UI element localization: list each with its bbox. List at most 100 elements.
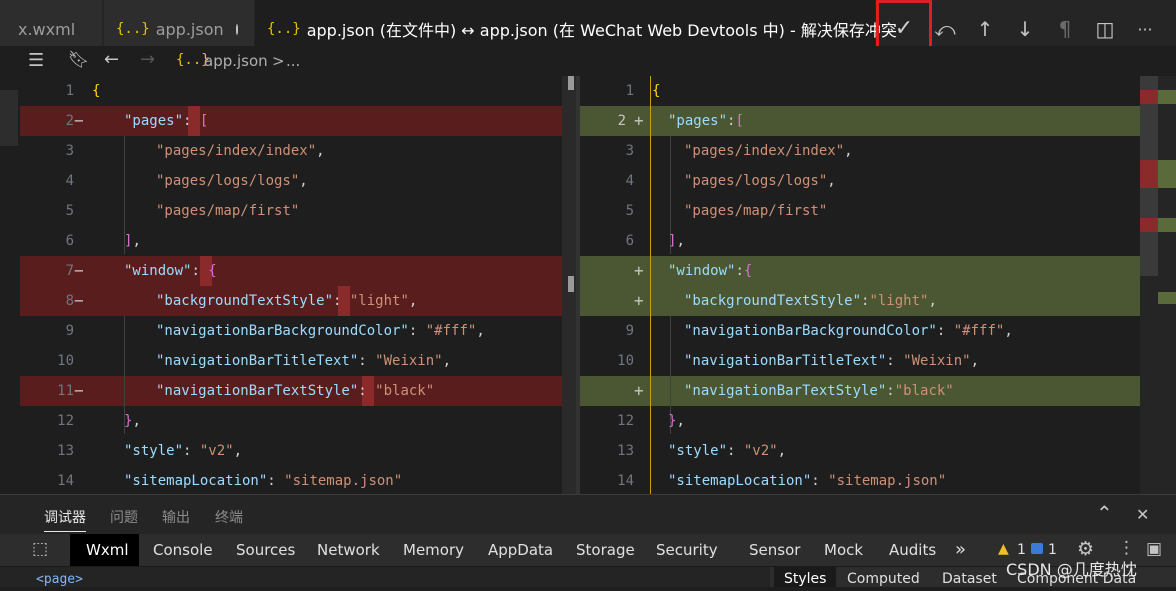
line-number: 7 [65, 263, 74, 279]
previous-change-button[interactable]: ↑ [970, 14, 1000, 44]
json-string: "light" [869, 293, 929, 309]
unsaved-dot-icon[interactable] [235, 23, 238, 35]
line-number: 3 [65, 143, 74, 159]
line-number: 6 [65, 233, 74, 249]
arrow-up-icon: ↑ [976, 17, 994, 41]
toggle-whitespace-button[interactable]: ¶ [1050, 14, 1080, 44]
more-tabs-icon[interactable]: » [955, 534, 966, 566]
line-number: 14 [57, 473, 74, 489]
revert-button[interactable]: ⤺ [930, 14, 960, 44]
json-string: "pages/index/index" [684, 143, 845, 159]
list-icon[interactable]: ☰ [28, 50, 44, 71]
line-number: 11 [57, 383, 74, 399]
kebab-menu-icon[interactable]: ⋮ [1118, 538, 1135, 558]
warning-icon: ▲ [998, 541, 1009, 557]
added-marker [1158, 218, 1176, 232]
split-editor-button[interactable]: ◫ [1090, 14, 1120, 44]
line-number: 1 [65, 83, 74, 99]
tab-audits[interactable]: Audits [889, 534, 936, 566]
original-editor[interactable]: 1 2 3 4 5 6 7 8 9 10 11 12 13 14 − − − −… [20, 76, 576, 494]
tab-memory[interactable]: Memory [403, 534, 464, 566]
activity-indicator [0, 90, 18, 146]
overview-ruler[interactable] [1140, 76, 1176, 494]
inspect-element-icon[interactable]: ⬚ [32, 539, 48, 559]
tab-problems[interactable]: 问题 [110, 507, 138, 527]
tab-wxml[interactable]: Wxml [86, 534, 129, 566]
breadcrumb-file[interactable]: app.json [204, 52, 268, 70]
added-line-highlight [580, 106, 1140, 136]
json-string: "light" [349, 293, 409, 309]
json-string: "pages/map/first" [156, 203, 300, 219]
json-key: "style" [124, 443, 184, 459]
json-string: "black" [894, 383, 954, 399]
tab-terminal[interactable]: 终端 [215, 507, 243, 527]
tab-mock[interactable]: Mock [824, 534, 863, 566]
json-string: "v2" [743, 443, 778, 459]
line-number: 13 [617, 443, 634, 459]
line-number: 4 [625, 173, 634, 189]
watermark: CSDN @几度热忱 [1006, 560, 1137, 579]
json-string: "Weixin" [903, 353, 971, 369]
elements-pane: <page> Styles Computed Dataset Component… [0, 567, 1176, 587]
line-number: 5 [65, 203, 74, 219]
json-string: "black" [375, 383, 435, 399]
ellipsis-icon: ··· [1137, 19, 1153, 39]
removed-marker [1140, 160, 1158, 188]
tab-sources[interactable]: Sources [236, 534, 295, 566]
next-change-button[interactable]: ↓ [1010, 14, 1040, 44]
minus-icon: − [74, 291, 84, 310]
line-number: 13 [57, 443, 74, 459]
scrollbar-marker [568, 276, 574, 292]
line-number: 6 [625, 233, 634, 249]
json-file-icon: {..} [267, 21, 301, 37]
tab-styles[interactable]: Styles [784, 571, 826, 591]
json-string: "pages/logs/logs" [156, 173, 300, 189]
tab-storage[interactable]: Storage [576, 534, 635, 566]
panel-tab-bar: 调试器 问题 输出 终端 ⌃ ✕ [0, 494, 1176, 534]
line-number: 8 [65, 293, 74, 309]
tab-label: x.wxml [18, 19, 76, 39]
minus-icon: − [74, 111, 84, 130]
modified-editor[interactable]: 1 2 3 4 5 6 9 10 12 13 14 + + + + { "pag… [580, 76, 1140, 494]
added-marker [1158, 292, 1176, 304]
dock-icon[interactable]: ▣ [1146, 539, 1162, 559]
more-actions-button[interactable]: ··· [1130, 14, 1160, 44]
line-number: 14 [617, 473, 634, 489]
back-icon[interactable]: ← [104, 49, 119, 70]
tab-network[interactable]: Network [317, 534, 380, 566]
tab-dataset[interactable]: Dataset [942, 571, 997, 591]
page-tag[interactable]: <page> [36, 572, 83, 587]
tab-debugger[interactable]: 调试器 [44, 507, 86, 532]
removed-marker [1140, 90, 1158, 104]
json-key: "navigationBarTextStyle" [156, 383, 359, 399]
json-key: "backgroundTextStyle" [156, 293, 334, 309]
message-icon [1031, 543, 1043, 554]
forward-icon[interactable]: → [140, 49, 155, 70]
tab-computed[interactable]: Computed [847, 571, 920, 591]
json-key: "window" [668, 263, 736, 279]
plus-icon: + [634, 291, 644, 310]
tab-appdata[interactable]: AppData [488, 534, 553, 566]
tab-label: app.json [155, 19, 224, 39]
close-icon[interactable]: ✕ [1136, 505, 1149, 524]
json-key: "navigationBarTitleText" [156, 353, 359, 369]
line-number: 10 [57, 353, 74, 369]
bookmark-icon[interactable]: 🔖︎ [68, 50, 90, 70]
json-string: "v2" [199, 443, 234, 459]
json-key: "navigationBarBackgroundColor" [684, 323, 937, 339]
json-key: "navigationBarTextStyle" [684, 383, 887, 399]
json-string: "Weixin" [375, 353, 443, 369]
chevron-up-icon[interactable]: ⌃ [1096, 501, 1113, 525]
removed-line-highlight [20, 106, 576, 136]
json-key: "sitemapLocation" [124, 473, 268, 489]
json-string: "pages/index/index" [156, 143, 317, 159]
json-key: "sitemapLocation" [668, 473, 812, 489]
tab-sensor[interactable]: Sensor [749, 534, 800, 566]
breadcrumb: ☰ 🔖︎ ← → {..} app.json > ... [0, 46, 1176, 76]
tab-output[interactable]: 输出 [162, 507, 190, 527]
tab-security[interactable]: Security [656, 534, 718, 566]
line-number: 2 [617, 113, 626, 129]
breadcrumb-more[interactable]: ... [286, 52, 300, 70]
tab-console[interactable]: Console [153, 534, 213, 566]
added-marker [1158, 90, 1176, 104]
